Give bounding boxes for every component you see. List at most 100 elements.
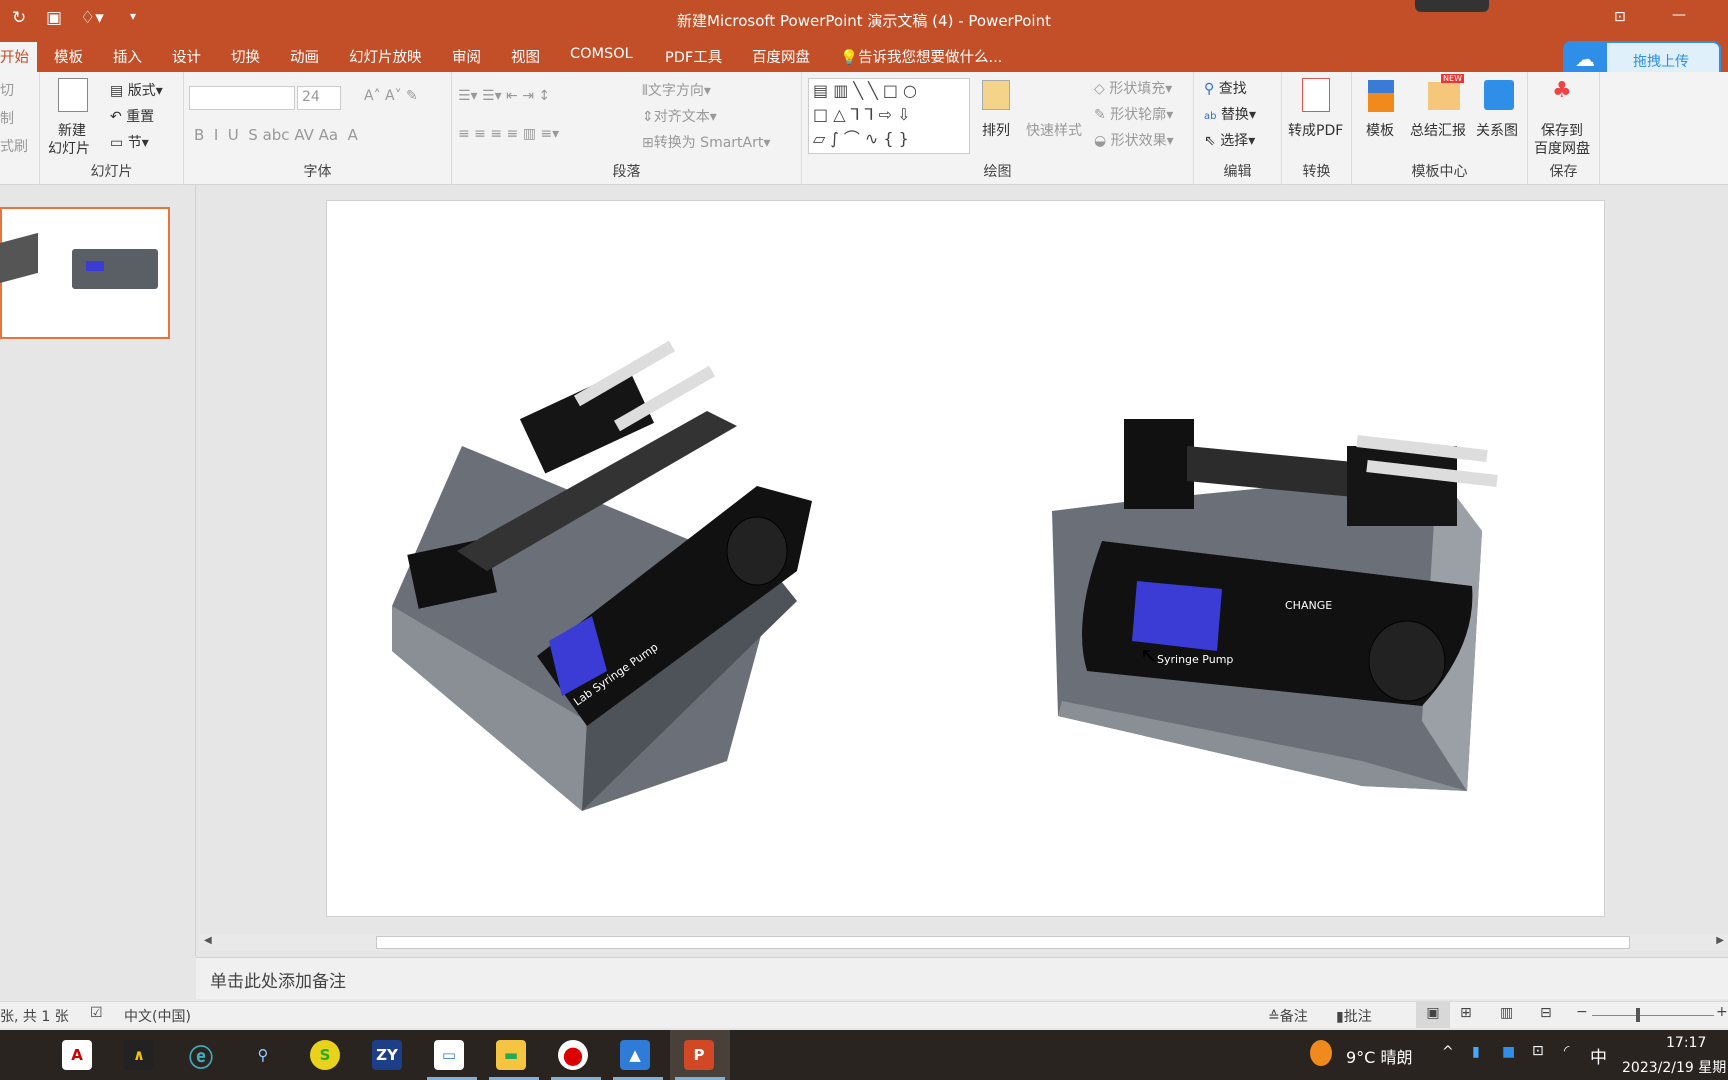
tab-baidu[interactable]: 百度网盘 — [752, 46, 810, 67]
reset-button[interactable]: ↶ 重置 — [110, 106, 154, 126]
taskbar-app-network-icon[interactable]: ⚲ — [248, 1040, 278, 1070]
list-buttons[interactable]: ☰▾ ☰▾ ⇤ ⇥ ↕ — [458, 88, 550, 104]
align-buttons[interactable]: ≡ ≡ ≡ ≡ ▥ ≡▾ — [458, 126, 559, 142]
slide-canvas[interactable]: Lab Syringe Pump CHANGE Syringe Pump ↖ — [326, 200, 1605, 917]
select-button[interactable]: ⇖ 选择▾ — [1204, 130, 1255, 150]
smartart-button[interactable]: ⊞转换为 SmartArt▾ — [642, 132, 770, 152]
ribbon-display-icon[interactable]: ⊡ — [1614, 9, 1626, 25]
tab-review[interactable]: 审阅 — [452, 46, 481, 67]
baidu-save-icon: ♣ — [1552, 78, 1572, 103]
group-label: 字体 — [303, 164, 332, 180]
template-button[interactable]: 模板 — [1366, 120, 1394, 140]
text-direction-button[interactable]: ⫴文字方向▾ — [642, 80, 711, 100]
zoom-slider-thumb[interactable] — [1636, 1008, 1640, 1022]
tab-insert[interactable]: 插入 — [113, 46, 142, 67]
language-status[interactable]: 中文(中国) — [124, 1006, 191, 1026]
zoom-in-button[interactable]: + — [1716, 1004, 1728, 1020]
tray-expand-icon[interactable]: ^ — [1442, 1044, 1454, 1060]
shape-effects-button[interactable]: ◒ 形状效果▾ — [1094, 130, 1174, 150]
arrange-button[interactable]: 排列 — [982, 120, 1010, 140]
tab-slideshow[interactable]: 幻灯片放映 — [349, 46, 422, 67]
taskbar-powerpoint-active[interactable]: P — [670, 1030, 730, 1080]
taskbar-app-record-icon[interactable]: ● — [558, 1040, 588, 1070]
powerpoint-icon: P — [684, 1040, 714, 1070]
font-name-input[interactable] — [189, 86, 295, 110]
shape-outline-button[interactable]: ✎ 形状轮廓▾ — [1094, 104, 1173, 124]
shapes-gallery[interactable]: ▤ ▥ ╲ ╲ □ ○ □ △ ⅂ ⅂ ⇨ ⇩ ▱ ∫ ⌒ ∿ { } — [808, 78, 970, 154]
clock-time[interactable]: 17:17 — [1666, 1035, 1706, 1051]
minimize-button[interactable]: — — [1672, 7, 1686, 23]
taskbar-app-photos-icon[interactable]: ▲ — [620, 1040, 650, 1070]
clock-date[interactable]: 2023/2/19 星期 — [1622, 1057, 1726, 1077]
taskbar-app-window-icon[interactable]: ▭ — [434, 1040, 464, 1070]
group-paragraph: ☰▾ ☰▾ ⇤ ⇥ ↕ ≡ ≡ ≡ ≡ ▥ ≡▾ ⫴文字方向▾ ⇕对齐文本▾ ⊞… — [452, 72, 802, 185]
notes-button[interactable]: ≙备注 — [1268, 1006, 1308, 1026]
taskbar-app-s-icon[interactable]: S — [310, 1040, 340, 1070]
normal-view-button[interactable]: ▣ — [1416, 1002, 1450, 1028]
file-explorer-icon[interactable]: ▬ — [496, 1040, 526, 1070]
find-button[interactable]: ⚲ 查找 — [1204, 78, 1247, 98]
slide-sorter-button[interactable]: ⊞ — [1460, 1005, 1472, 1021]
notes-pane[interactable]: 单击此处添加备注 — [196, 957, 1728, 999]
group-label: 转换 — [1302, 164, 1331, 180]
cut-button[interactable]: 切 — [0, 80, 14, 100]
tab-design[interactable]: 设计 — [172, 46, 201, 67]
zoom-slider[interactable] — [1592, 1015, 1714, 1016]
slide-thumbnail-1[interactable] — [0, 207, 170, 339]
tray-bluetooth-icon[interactable]: ▮ — [1472, 1044, 1480, 1060]
tab-transitions[interactable]: 切换 — [231, 46, 260, 67]
to-pdf-button[interactable]: 转成PDF — [1288, 120, 1343, 140]
comments-button[interactable]: ▮批注 — [1336, 1006, 1372, 1026]
align-text-button[interactable]: ⇕对齐文本▾ — [642, 106, 717, 126]
group-label: 模板中心 — [1411, 164, 1468, 180]
tab-template[interactable]: 模板 — [54, 46, 83, 67]
zoom-out-button[interactable]: − — [1576, 1004, 1588, 1020]
font-format-buttons[interactable]: B I U S abc AV Aa A — [194, 126, 358, 144]
scroll-right-icon[interactable]: ▶ — [1716, 935, 1724, 946]
reading-view-button[interactable]: ▥ — [1500, 1005, 1513, 1021]
taskbar-app-zy-icon[interactable]: ZY — [372, 1040, 402, 1070]
ime-indicator[interactable]: 中 — [1590, 1043, 1607, 1068]
copy-button[interactable]: 制 — [0, 108, 14, 128]
weather-text[interactable]: 9°C 晴朗 — [1346, 1044, 1412, 1068]
spellcheck-icon[interactable]: ☑ — [90, 1005, 103, 1021]
taskbar-app-browser-icon[interactable]: ⓔ — [186, 1040, 216, 1072]
notes-placeholder: 单击此处添加备注 — [210, 972, 346, 992]
tab-animations[interactable]: 动画 — [290, 46, 319, 67]
save-baidu-button[interactable]: 保存到 — [1541, 120, 1583, 140]
section-button[interactable]: ▭ 节▾ — [110, 132, 149, 152]
shape-fill-button[interactable]: ◇ 形状填充▾ — [1094, 78, 1172, 98]
weather-sun-icon — [1310, 1040, 1332, 1066]
ribbon-tabs: 开始 模板 插入 设计 切换 动画 幻灯片放映 审阅 视图 COMSOL PDF… — [0, 38, 1728, 72]
tell-me-box[interactable]: 💡告诉我您想要做什么... — [840, 46, 1002, 67]
font-size-input[interactable]: 24 — [297, 86, 341, 110]
taskbar-app-acrobat-icon[interactable]: A — [62, 1040, 92, 1070]
new-slide-button[interactable]: 新建 — [58, 120, 86, 140]
summary-button[interactable]: 总结汇报 — [1410, 120, 1466, 140]
new-slide-dropdown[interactable]: 幻灯片 — [48, 138, 90, 158]
scroll-left-icon[interactable]: ◀ — [204, 935, 212, 946]
group-slides: 新建 幻灯片 ▤ 版式▾ ↶ 重置 ▭ 节▾ 幻灯片 — [40, 72, 184, 185]
wifi-icon[interactable]: ◜ — [1564, 1043, 1569, 1059]
horizontal-scrollbar[interactable]: ◀ ▶ — [200, 934, 1728, 951]
tab-view[interactable]: 视图 — [511, 46, 540, 67]
quick-styles-button[interactable]: 快速样式 — [1026, 120, 1082, 140]
tab-home[interactable]: 开始 — [0, 42, 37, 72]
format-painter-button[interactable]: 式刷 — [0, 136, 28, 156]
tray-device-icon[interactable]: ⊡ — [1532, 1043, 1544, 1059]
group-label: 编辑 — [1223, 164, 1252, 180]
template-icon — [1368, 80, 1394, 112]
tray-wps-icon[interactable]: ■ — [1502, 1044, 1515, 1060]
pump-label-right: Syringe Pump — [1157, 653, 1233, 666]
cursor-icon: ⇖ — [1204, 133, 1216, 149]
font-grow-icon[interactable]: A˄ A˅ ✎ — [364, 88, 418, 104]
slideshow-button[interactable]: ⊟ — [1540, 1005, 1552, 1021]
replace-button[interactable]: ab 替换▾ — [1204, 104, 1256, 124]
lightbulb-icon: 💡 — [840, 50, 859, 66]
relation-button[interactable]: 关系图 — [1476, 120, 1518, 140]
tab-pdf-tools[interactable]: PDF工具 — [665, 46, 722, 67]
scrollbar-thumb[interactable] — [376, 936, 1630, 949]
layout-button[interactable]: ▤ 版式▾ — [110, 80, 163, 100]
tab-comsol[interactable]: COMSOL — [570, 46, 633, 62]
taskbar-app-a-icon[interactable]: ∧ — [124, 1040, 154, 1070]
